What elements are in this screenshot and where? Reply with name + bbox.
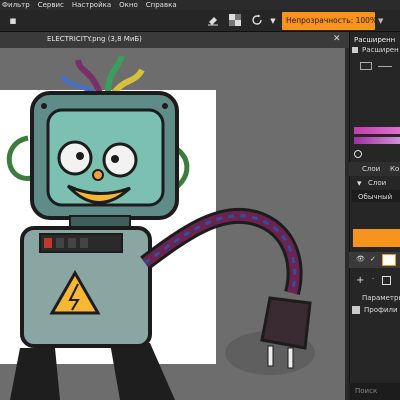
document-title: ELECTRICITY.png (3,8 МиБ)	[47, 35, 142, 43]
rotate-icon[interactable]	[250, 14, 264, 28]
close-icon[interactable]: ✕	[333, 34, 341, 44]
canvas-area[interactable]	[0, 48, 345, 400]
collapse-icon[interactable]	[352, 47, 358, 53]
profile-label[interactable]: Профили	[364, 306, 398, 314]
chevron-down-icon[interactable]: ▼	[266, 14, 280, 28]
menu-window[interactable]: Окно	[119, 0, 138, 10]
layer-option-icon[interactable]: ·	[372, 275, 374, 283]
search-box[interactable]: Поиск	[349, 383, 400, 400]
layer-color-swatch[interactable]	[353, 229, 400, 247]
color-gradient-bar-1[interactable]	[354, 127, 400, 134]
search-input[interactable]: Поиск	[355, 387, 377, 395]
layer-thumbnail[interactable]	[382, 254, 396, 266]
tool-options-icon[interactable]: ▪	[6, 14, 20, 28]
menu-filter[interactable]: Фильтр	[2, 0, 30, 10]
add-layer-icon[interactable]: +	[356, 275, 364, 286]
document-tabbar: ELECTRICITY.png (3,8 МиБ) ✕	[0, 32, 349, 48]
profile-icon[interactable]	[352, 306, 360, 314]
layers-dropdown[interactable]: Слои	[368, 179, 386, 187]
reset-color-icon[interactable]	[354, 150, 362, 158]
checker-icon[interactable]	[228, 14, 242, 28]
document-tab[interactable]: ELECTRICITY.png (3,8 МиБ) ✕	[0, 32, 349, 48]
menu-settings[interactable]: Настройка	[72, 0, 111, 10]
eye-icon[interactable]: 👁	[356, 255, 365, 263]
app-window: Фильтр Сервис Настройка Окно Справка ▪ ▼…	[0, 0, 400, 400]
tab-other[interactable]: Ко	[390, 165, 399, 173]
toolbar: ▪ ▼ Непрозрачность: 100% ▼	[0, 10, 400, 32]
menu-bar: Фильтр Сервис Настройка Окно Справка	[0, 0, 400, 10]
menu-help[interactable]: Справка	[146, 0, 177, 10]
panel-divider	[378, 66, 392, 67]
robot-illustration	[6, 54, 315, 400]
panel-toggle[interactable]	[360, 62, 372, 70]
menu-service[interactable]: Сервис	[38, 0, 64, 10]
opacity-button[interactable]: Непрозрачность: 100%	[282, 12, 375, 30]
layer-copy-icon[interactable]	[382, 276, 391, 285]
color-gradient-bar-2[interactable]	[354, 137, 400, 144]
panel-header: Расширенн	[354, 36, 396, 44]
eraser-icon[interactable]	[206, 14, 220, 28]
blend-mode-value: Обычный	[358, 193, 393, 201]
right-panel	[349, 32, 400, 400]
check-icon[interactable]: ✓	[370, 255, 376, 263]
opacity-dropdown-icon[interactable]: ▼	[378, 16, 388, 26]
panel-item-1[interactable]: Расширен	[362, 46, 399, 54]
tab-layers[interactable]: Слои	[362, 165, 380, 173]
layers-menu-icon[interactable]: ▾	[357, 179, 362, 189]
params-label: Параметры	[362, 294, 400, 302]
